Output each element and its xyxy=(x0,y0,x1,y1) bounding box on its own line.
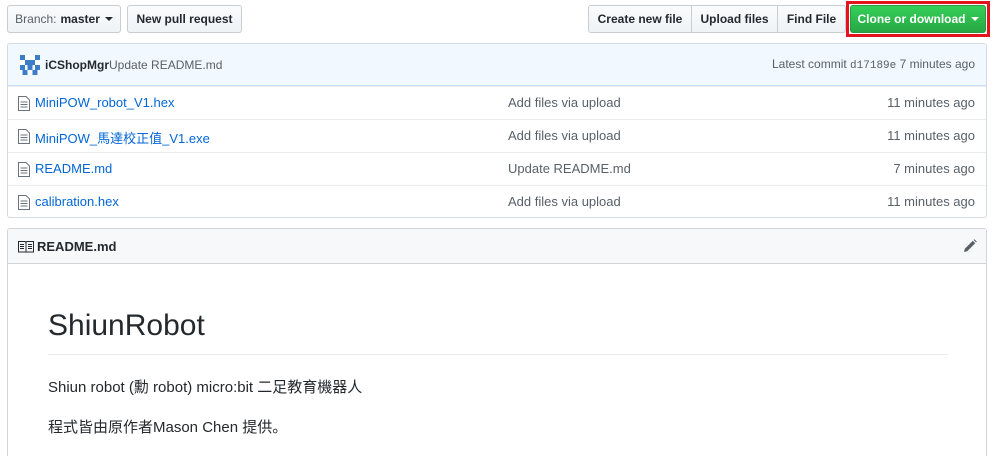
file-age: 11 minutes ago xyxy=(887,128,975,143)
file-row: MiniPOW_robot_V1.hex Add files via uploa… xyxy=(8,86,986,119)
file-icon xyxy=(18,195,30,210)
branch-name: master xyxy=(60,12,100,26)
commit-age: 7 minutes ago xyxy=(899,57,975,71)
file-row: README.md Update README.md 7 minutes ago xyxy=(8,152,986,185)
file-commit-message[interactable]: Add files via upload xyxy=(508,95,621,110)
title-divider xyxy=(48,354,948,355)
file-name-link[interactable]: calibration.hex xyxy=(35,194,119,209)
commit-sha-link[interactable]: d17189e xyxy=(850,60,896,72)
avatar-identicon[interactable] xyxy=(20,55,40,75)
branch-prefix-label: Branch: xyxy=(15,12,57,26)
latest-commit-label: Latest commit xyxy=(772,57,847,71)
commit-tease: iCShopMgr Update README.md Latest commit… xyxy=(8,44,986,86)
file-icon xyxy=(18,129,30,144)
file-age: 7 minutes ago xyxy=(893,161,975,176)
create-new-file-button[interactable]: Create new file xyxy=(588,5,692,33)
clone-or-download-label: Clone or download xyxy=(857,12,966,26)
readme-header: README.md xyxy=(8,229,986,264)
caret-down-icon xyxy=(970,17,979,21)
readme-title: ShiunRobot xyxy=(48,309,205,342)
file-commit-message[interactable]: Update README.md xyxy=(508,161,631,176)
new-pull-request-button[interactable]: New pull request xyxy=(127,5,242,33)
branch-select-button[interactable]: Branch: master xyxy=(7,5,121,33)
file-row: calibration.hex Add files via upload 11 … xyxy=(8,185,986,217)
commit-message[interactable]: Update README.md xyxy=(109,58,222,72)
file-name-link[interactable]: MiniPOW_馬達校正值_V1.exe xyxy=(35,128,210,147)
file-browser: iCShopMgr Update README.md Latest commit… xyxy=(7,43,987,218)
file-icon xyxy=(18,162,30,177)
file-commit-message[interactable]: Add files via upload xyxy=(508,128,621,143)
file-age: 11 minutes ago xyxy=(887,194,975,209)
latest-commit-info: Latest commit d17189e 7 minutes ago xyxy=(772,57,975,72)
file-row: MiniPOW_馬達校正值_V1.exe Add files via uploa… xyxy=(8,119,986,152)
readme-panel: README.md ShiunRobot Shiun robot (勳 robo… xyxy=(7,228,987,456)
upload-files-button[interactable]: Upload files xyxy=(691,5,778,33)
commit-author-link[interactable]: iCShopMgr xyxy=(45,58,109,72)
readme-filename: README.md xyxy=(37,239,117,254)
pencil-icon[interactable] xyxy=(963,239,977,253)
file-name-link[interactable]: README.md xyxy=(35,161,112,176)
find-file-button[interactable]: Find File xyxy=(777,5,846,33)
book-icon xyxy=(18,241,34,253)
file-age: 11 minutes ago xyxy=(887,95,975,110)
file-actions-group: Create new file Upload files Find File xyxy=(588,5,846,33)
clone-or-download-button[interactable]: Clone or download xyxy=(850,5,986,33)
readme-paragraph: Shiun robot (勳 robot) micro:bit 二足教育機器人 xyxy=(48,379,363,396)
caret-down-icon xyxy=(104,17,113,21)
file-name-link[interactable]: MiniPOW_robot_V1.hex xyxy=(35,95,174,110)
file-commit-message[interactable]: Add files via upload xyxy=(508,194,621,209)
file-icon xyxy=(18,96,30,111)
readme-paragraph: 程式皆由原作者Mason Chen 提供。 xyxy=(48,419,288,436)
